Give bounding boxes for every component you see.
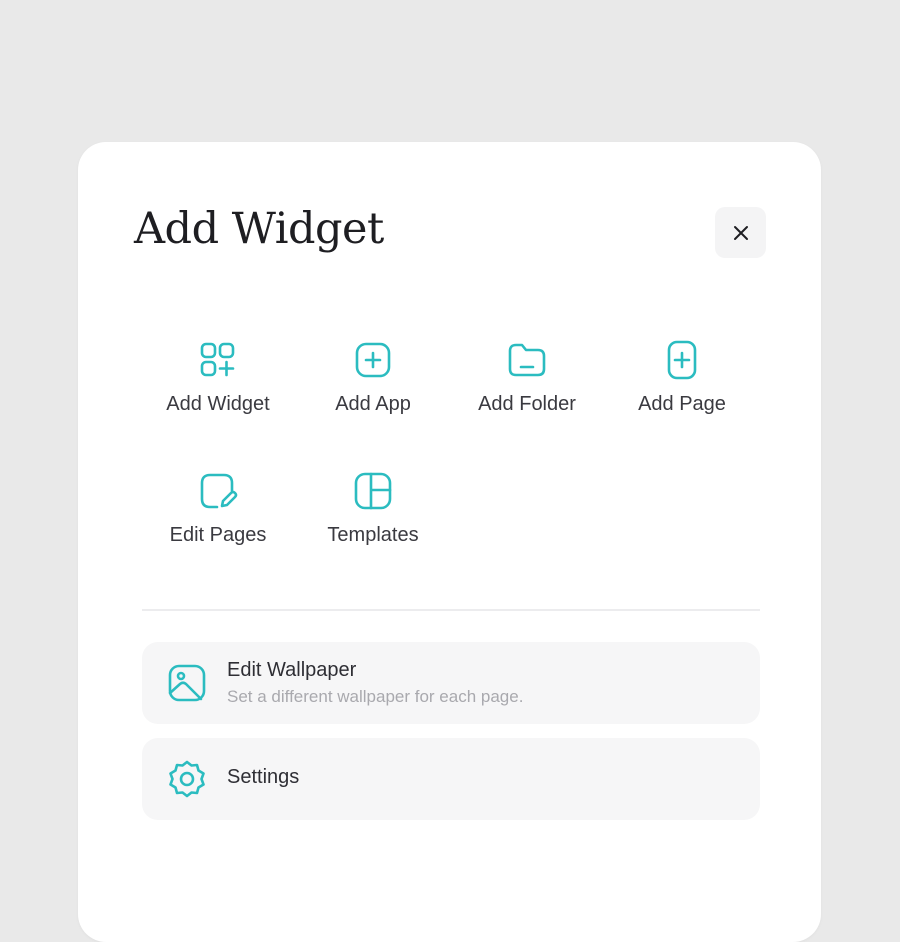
add-app-label: Add App [335,393,411,415]
edit-pages-label: Edit Pages [169,524,267,546]
widgets-grid-plus-icon [198,340,238,380]
image-icon [167,663,207,703]
add-page-icon [662,340,702,380]
add-page-label: Add Page [638,393,726,415]
edit-wallpaper-row[interactable]: Edit Wallpaper Set a different wallpaper… [142,642,760,724]
templates-label: Templates [327,524,419,546]
add-folder-label: Add Folder [478,393,576,415]
sheet-title: Add Widget [134,204,384,254]
edit-page-icon [198,471,238,511]
section-divider [142,609,760,611]
add-widget-tile[interactable]: Add Widget [143,340,293,440]
templates-tile[interactable]: Templates [298,471,448,571]
settings-title: Settings [227,766,300,788]
add-square-icon [353,340,393,380]
add-app-tile[interactable]: Add App [298,340,448,440]
close-icon [733,225,748,240]
close-button[interactable] [715,207,766,258]
templates-layout-icon [353,471,393,511]
add-folder-tile[interactable]: Add Folder [452,340,602,440]
gear-icon [167,759,207,799]
edit-pages-tile[interactable]: Edit Pages [143,471,293,571]
edit-wallpaper-subtitle: Set a different wallpaper for each page. [227,687,524,706]
add-widget-label: Add Widget [166,393,270,415]
folder-icon [507,340,547,380]
edit-wallpaper-title: Edit Wallpaper [227,659,357,681]
settings-row[interactable]: Settings [142,738,760,820]
add-widget-sheet: Add Widget Add Widget Add App Add Folder… [78,142,821,942]
add-page-tile[interactable]: Add Page [607,340,757,440]
